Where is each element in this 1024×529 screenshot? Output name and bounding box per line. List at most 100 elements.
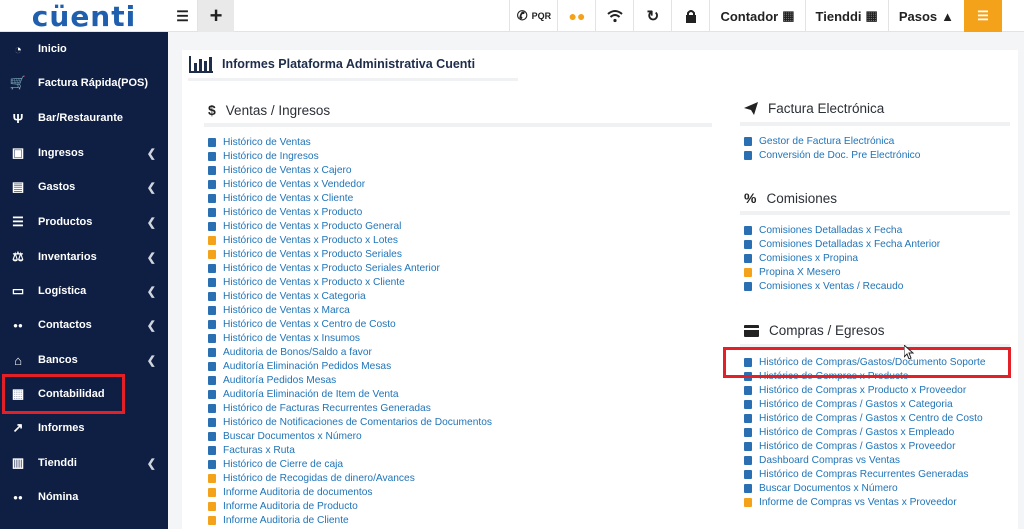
document-icon [744, 150, 752, 160]
sidebar-item-productos[interactable]: ☰ Productos ❮ [0, 205, 168, 239]
report-link[interactable]: Histórico de Ventas x Centro de Costo [208, 317, 492, 331]
sidebar-item-inicio[interactable]: ◔ Inicio [0, 32, 168, 66]
logo[interactable]: cüenti [0, 0, 168, 33]
pasos-button[interactable]: Pasos ▲ [887, 0, 964, 32]
report-link[interactable]: Histórico de Ventas x Producto x Cliente [208, 275, 492, 289]
report-link-label: Buscar Documentos x Número [223, 430, 362, 442]
ventas-title: Ventas / Ingresos [225, 102, 331, 118]
report-link[interactable]: Histórico de Ventas x Insumos [208, 331, 492, 345]
report-link[interactable]: Comisiones Detalladas x Fecha Anterior [744, 237, 940, 251]
compras-report-list: Histórico de Compras/Gastos/Documento So… [744, 355, 986, 509]
sidebar-item-tienddi[interactable]: ▥ Tienddi ❮ [0, 446, 168, 480]
report-link[interactable]: Histórico de Ventas x Producto Seriales … [208, 261, 492, 275]
report-link-label: Comisiones x Propina [759, 252, 859, 264]
factura-title: Factura Electrónica [768, 101, 885, 116]
report-link[interactable]: Histórico de Ventas x Producto General [208, 219, 492, 233]
wifi-button[interactable] [595, 0, 633, 32]
document-icon [208, 207, 216, 217]
document-icon [208, 291, 216, 301]
team-button[interactable]: ●● [557, 0, 595, 32]
sidebar-item-nómina[interactable]: ●● Nómina [0, 480, 168, 514]
report-link[interactable]: Histórico de Cierre de caja [208, 457, 492, 471]
report-link[interactable]: Informe de Compras vs Ventas x Proveedor [744, 495, 986, 509]
sidebar-item-factura-rápida-pos[interactable]: 🛒 Factura Rápida(POS) [0, 66, 168, 100]
star-report-icon [744, 497, 752, 507]
sidebar-item-ingresos[interactable]: ▣ Ingresos ❮ [0, 136, 168, 170]
report-link[interactable]: Histórico de Ventas x Categoria [208, 289, 492, 303]
report-link[interactable]: Histórico de Ventas x Producto [208, 205, 492, 219]
report-link[interactable]: Histórico de Compras / Gastos x Proveedo… [744, 439, 986, 453]
report-link[interactable]: Conversión de Doc. Pre Electrónico [744, 148, 920, 162]
lock-button[interactable] [671, 0, 709, 32]
tienddi-button[interactable]: Tienddi ▦ [804, 0, 888, 32]
report-link-label: Histórico de Compras / Gastos x Categori… [759, 398, 953, 410]
report-link[interactable]: Comisiones x Propina [744, 251, 940, 265]
document-icon [744, 239, 752, 249]
balance-icon: ⚖ [12, 249, 24, 264]
report-link[interactable]: Histórico de Compras / Gastos x Centro d… [744, 411, 986, 425]
sidebar-item-gastos[interactable]: ▤ Gastos ❮ [0, 170, 168, 204]
report-link[interactable]: Informe Auditoria de documentos [208, 485, 492, 499]
sidebar-item-label: Gastos [38, 181, 76, 193]
report-link[interactable]: Histórico de Compras Recurrentes Generad… [744, 467, 986, 481]
new-button[interactable]: + [198, 0, 234, 32]
report-link[interactable]: Gestor de Factura Electrónica [744, 134, 920, 148]
report-link[interactable]: Histórico de Compras / Gastos x Empleado [744, 425, 986, 439]
report-link[interactable]: Histórico de Ventas x Vendedor [208, 177, 492, 191]
report-link[interactable]: Comisiones Detalladas x Fecha [744, 223, 940, 237]
report-link[interactable]: Buscar Documentos x Número [744, 481, 986, 495]
report-link[interactable]: Histórico de Ventas x Cajero [208, 163, 492, 177]
report-link[interactable]: Histórico de Recogidas de dinero/Avances [208, 471, 492, 485]
report-link[interactable]: Histórico de Facturas Recurrentes Genera… [208, 401, 492, 415]
report-link[interactable]: Informe Auditoria de Producto [208, 499, 492, 513]
grid-menu-button[interactable]: ☰ [964, 0, 1002, 32]
report-link[interactable]: Histórico de Compras / Gastos x Categori… [744, 397, 986, 411]
star-report-icon [208, 501, 216, 511]
report-link[interactable]: Histórico de Compras x Producto x Provee… [744, 383, 986, 397]
document-icon [208, 445, 216, 455]
sidebar-item-bar-restaurante[interactable]: Ψ Bar/Restaurante [0, 101, 168, 135]
contador-button[interactable]: Contador ▦ [709, 0, 804, 32]
chevron-left-icon: ❮ [146, 457, 156, 470]
report-link[interactable]: Comisiones x Ventas / Recaudo [744, 279, 940, 293]
report-link[interactable]: Histórico de Ventas x Marca [208, 303, 492, 317]
document-icon [208, 305, 216, 315]
pqr-button[interactable]: ✆ PQR [509, 0, 557, 32]
contador-label: Contador [720, 8, 779, 24]
report-link[interactable]: Propina X Mesero [744, 265, 940, 279]
report-link[interactable]: Dashboard Compras vs Ventas [744, 453, 986, 467]
report-link[interactable]: Facturas x Ruta [208, 443, 492, 457]
report-link[interactable]: Histórico de Ventas x Producto x Lotes [208, 233, 492, 247]
document-icon [744, 483, 752, 493]
report-link[interactable]: Auditoría Pedidos Mesas [208, 373, 492, 387]
dashboard-icon: ◔ [14, 41, 22, 57]
sidebar-item-contactos[interactable]: ●● Contactos ❮ [0, 308, 168, 342]
report-link-label: Histórico de Recogidas de dinero/Avances [223, 472, 415, 484]
report-link[interactable]: Auditoría Eliminación Pedidos Mesas [208, 359, 492, 373]
report-link[interactable]: Histórico de Ingresos [208, 149, 492, 163]
chevron-left-icon: ❮ [146, 147, 156, 160]
compras-title: Compras / Egresos [769, 323, 885, 338]
report-link[interactable]: Informe Auditoria de Cliente [208, 513, 492, 527]
document-icon [744, 469, 752, 479]
report-link[interactable]: Histórico de Ventas x Cliente [208, 191, 492, 205]
sidebar-item-inventarios[interactable]: ⚖ Inventarios ❮ [0, 240, 168, 274]
menu-toggle-button[interactable]: ☰ [168, 0, 198, 32]
report-link[interactable]: Histórico de Notificaciones de Comentari… [208, 415, 492, 429]
cart-icon: 🛒 [9, 75, 27, 90]
report-link[interactable]: Buscar Documentos x Número [208, 429, 492, 443]
report-link[interactable]: Auditoría Eliminación de Item de Venta [208, 387, 492, 401]
report-link[interactable]: Histórico de Ventas x Producto Seriales [208, 247, 492, 261]
sidebar-item-informes[interactable]: ↗ Informes [0, 411, 168, 445]
chevron-left-icon: ❮ [146, 216, 156, 229]
report-link[interactable]: Auditoria de Bonos/Saldo a favor [208, 345, 492, 359]
report-link[interactable]: Histórico de Ventas [208, 135, 492, 149]
sync-button[interactable]: ↻ [633, 0, 671, 32]
report-link-label: Informe de Compras vs Ventas x Proveedor [759, 496, 957, 508]
sidebar-item-logística[interactable]: ▭ Logística ❮ [0, 274, 168, 308]
sidebar-item-bancos[interactable]: ⌂ Bancos ❮ [0, 343, 168, 377]
report-link-label: Comisiones Detalladas x Fecha Anterior [759, 238, 941, 250]
sidebar-item-label: Factura Rápida(POS) [38, 77, 149, 89]
bus-icon: ▭ [11, 283, 25, 298]
